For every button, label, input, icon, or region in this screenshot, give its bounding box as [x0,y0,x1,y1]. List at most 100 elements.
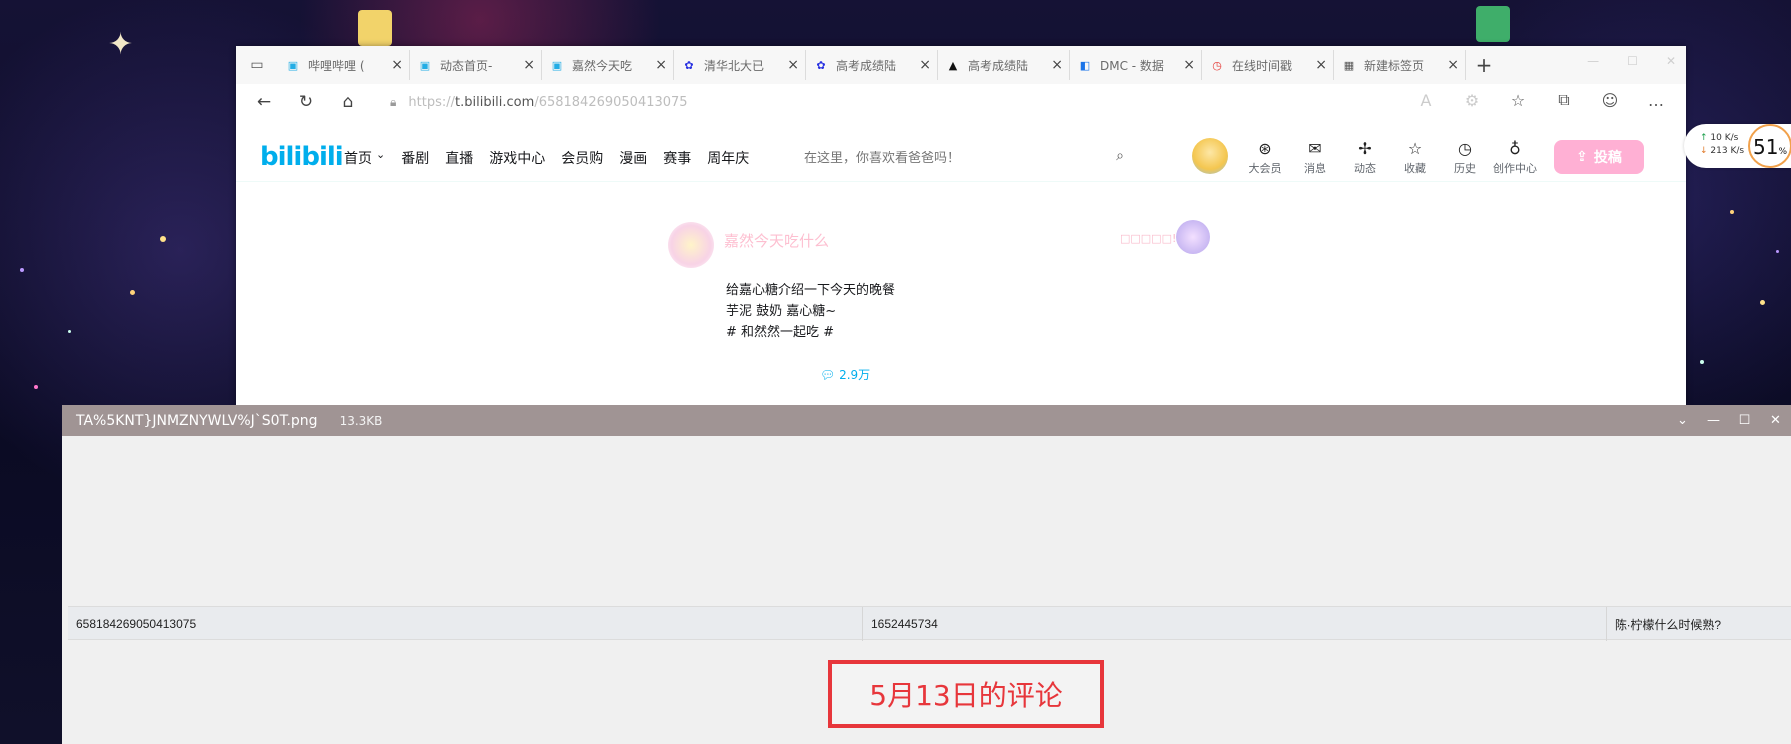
url-path: /658184269050413075 [534,94,688,110]
tab-4[interactable]: ✿ 高考成绩陆 × [806,50,938,80]
tab-close-icon[interactable]: × [919,57,931,73]
history-icon: ◷ [1458,139,1472,158]
viewer-window-controls: ⌄ — ☐ ✕ [1667,405,1791,436]
message-icon: ✉ [1308,139,1322,158]
post-decoration-avatar [1176,220,1210,254]
close-icon[interactable]: ✕ [1666,54,1676,68]
tab-2[interactable]: ▣ 嘉然今天吃 × [542,50,674,80]
header-item-3[interactable]: ☆ 收藏 [1390,138,1440,176]
baidu-paw-icon: ✿ [816,58,826,72]
newtab-icon: ▦ [1343,58,1355,72]
maximize-icon[interactable]: ☐ [1729,405,1760,436]
chevron-down-icon[interactable]: ⌄ [1667,405,1698,436]
favorites-icon[interactable]: ☆ [1506,91,1530,110]
star-decoration [1760,300,1765,305]
app-desktop-icon[interactable] [1476,6,1510,42]
refresh-icon[interactable]: ↻ [290,87,322,117]
network-monitor-widget[interactable]: ↑ 10 K/s ↓ 213 K/s 51 % [1684,124,1791,168]
bilibili-logo[interactable]: bilibili [260,142,344,172]
chevron-down-icon[interactable]: ⌄ [376,148,385,168]
tab-close-icon[interactable]: × [391,57,403,73]
upload-speed: 10 K/s [1710,133,1739,143]
tab-close-icon[interactable]: × [1447,57,1459,73]
back-icon[interactable]: ← [248,87,280,117]
header-item-1[interactable]: ✉ 消息 [1290,138,1340,176]
bilibili-icon: ▣ [287,58,299,72]
star-decoration [160,236,166,242]
tab-actions-icon[interactable]: ▭ [244,52,270,78]
tab-3[interactable]: ✿ 清华北大已 × [674,50,806,80]
tab-title: 动态首页- [440,58,493,73]
lock-icon: 🔒︎ [390,94,397,109]
home-icon[interactable]: ⌂ [332,87,364,117]
tab-title: 新建标签页 [1364,58,1425,73]
header-item-4[interactable]: ◷ 历史 [1440,138,1490,176]
nav-item-0[interactable]: 首页 [344,148,372,168]
browser-window: ▭ ▣ 哔哩哔哩 (× ▣ 动态首页- × ▣ 嘉然今天吃 × ✿ 清华北大已 × ✿ 高考成绩陆 × ▲ 高… [236,46,1686,406]
tab-close-icon[interactable]: × [1183,57,1195,73]
close-icon[interactable]: ✕ [1760,405,1791,436]
collections-icon[interactable]: ⧉ [1552,90,1576,110]
post-avatar[interactable] [668,222,714,268]
bilibili-icon: ▣ [419,58,431,72]
header-item-0[interactable]: ⊛ 大会员 [1240,138,1290,176]
header-item-5[interactable]: ♁ 创作中心 [1490,138,1540,176]
tab-8[interactable]: ▦ 新建标签页 × [1334,50,1466,80]
nav-item-3[interactable]: 游戏中心 [489,148,545,168]
tab-title: DMC - 数据 [1100,58,1164,73]
header-item-2[interactable]: ✢ 动态 [1340,138,1390,176]
table-row: 658184269050413075 1652445734 陈∙柠檬什么时候熟? [68,606,1791,641]
viewer-title-bar: TA%5KNT}JNMZNYWLV%J`S0T.png 13.3KB ⌄ — ☐… [62,405,1791,436]
star-icon: ☆ [1407,139,1423,158]
image-viewer-window: TA%5KNT}JNMZNYWLV%J`S0T.png 13.3KB ⌄ — ☐… [62,405,1791,744]
tab-close-icon[interactable]: × [523,57,535,73]
tab-close-icon[interactable]: × [1051,57,1063,73]
search-input[interactable] [796,150,1086,166]
tab-0[interactable]: ▣ 哔哩哔哩 (× [278,50,410,80]
baidu-paw-icon: ✿ [684,58,694,72]
dynamic-post: 嘉然今天吃什么 □□□□□! 给嘉心糖介绍一下今天的晚餐 芋泥 鼓奶 嘉心糖~ # … [236,186,1686,406]
post-author[interactable]: 嘉然今天吃什么 [724,230,829,251]
comment-count-value: 2.9万 [839,368,871,382]
header-icons: ⊛ 大会员 ✉ 消息 ✢ 动态 ☆ 收藏 ◷ 历史 ♁ 创作中心 [1240,138,1540,176]
maximize-icon[interactable]: ☐ [1627,54,1638,68]
folder-desktop-icon[interactable] [358,10,392,46]
browser-toolbar: A ⚙ ☆ ⧉ ☺ … [1414,90,1668,110]
tab-1[interactable]: ▣ 动态首页- × [410,50,542,80]
header-item-label: 收藏 [1404,162,1426,175]
nav-item-5[interactable]: 漫画 [619,148,647,168]
nav-item-4[interactable]: 会员购 [561,148,603,168]
nav-item-2[interactable]: 直播 [445,148,473,168]
read-aloud-icon[interactable]: A [1414,91,1438,110]
upload-label: 投稿 [1593,150,1622,166]
new-tab-button[interactable]: + [1470,51,1498,79]
tab-5[interactable]: ▲ 高考成绩陆 × [938,50,1070,80]
nav-item-6[interactable]: 赛事 [663,148,691,168]
more-icon[interactable]: … [1644,91,1668,110]
search-icon[interactable]: ⌕ [1116,148,1124,164]
url-field[interactable]: 🔒︎ https:// t.bilibili.com /658184269050… [390,95,688,110]
post-decoration-text: □□□□□! [1120,232,1177,245]
tab-title: 嘉然今天吃 [572,58,633,73]
header-item-label: 消息 [1304,162,1326,175]
avatar[interactable] [1192,138,1228,174]
download-speed: 213 K/s [1710,146,1745,156]
nav-item-1[interactable]: 番剧 [401,148,429,168]
network-speeds: ↑ 10 K/s ↓ 213 K/s [1700,132,1744,158]
profile-icon[interactable]: ☺ [1598,91,1622,110]
minimize-icon[interactable]: — [1587,54,1599,68]
tab-close-icon[interactable]: × [1315,57,1327,73]
nav-item-7[interactable]: 周年庆 [707,148,749,168]
tab-6[interactable]: ◧ DMC - 数据 × [1070,50,1202,80]
tab-7[interactable]: ◷ 在线时间戳 × [1202,50,1334,80]
comment-count[interactable]: 💬︎ 2.9万 [820,366,870,383]
upload-button[interactable]: ⇪ 投稿 [1554,140,1644,174]
header-item-label: 大会员 [1248,162,1282,175]
tab-close-icon[interactable]: × [655,57,667,73]
gauge-percent: 51 [1752,135,1779,159]
tab-close-icon[interactable]: × [787,57,799,73]
extension-icon[interactable]: ⚙ [1460,91,1484,110]
minimize-icon[interactable]: — [1698,405,1729,436]
viewer-filename: TA%5KNT}JNMZNYWLV%J`S0T.png [76,412,318,429]
url-host: t.bilibili.com [455,94,535,110]
